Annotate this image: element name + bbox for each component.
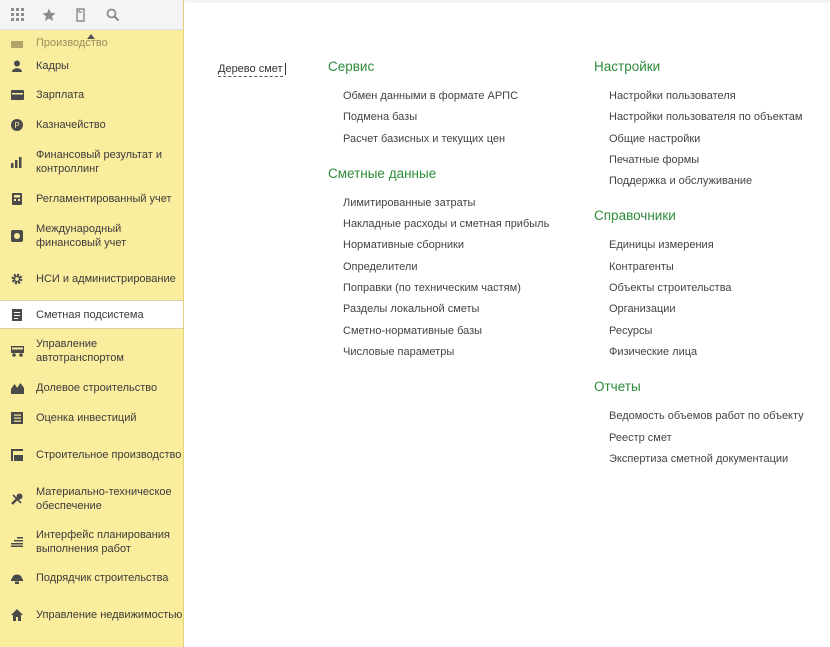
sidebar-item-label: Регламентированный учет [36,193,172,205]
tools-icon [10,492,24,506]
coin-icon: Р [10,118,24,132]
sidebar-item-investicii[interactable]: Оценка инвестиций [0,403,183,433]
sidebar-item-label: Управление автотранспортом [36,338,124,364]
link-item[interactable]: Лимитированные затраты [343,193,598,214]
bar-chart-icon [10,155,24,169]
link-item[interactable]: Сметно-нормативные базы [343,321,598,342]
section-title-service: Сервис [328,59,375,74]
link-item[interactable]: Поддержка и обслуживание [609,171,830,192]
sidebar-item-avtotransport[interactable]: Управление автотранспортом [0,329,183,373]
sidebar-toolbar [0,0,183,30]
sidebar-item-dolevoe[interactable]: Долевое строительство [0,373,183,403]
person-icon [10,59,24,73]
ledger-icon [10,411,24,425]
section-title-smetnye-dannye: Сметные данные [328,165,437,181]
section-items-otchety: Ведомость объемов работ по объекту Реест… [594,406,830,470]
link-item[interactable]: Печатные формы [609,150,830,171]
sidebar-item-msfo[interactable]: Международный финансовый учет [0,214,183,257]
truck-icon [10,344,24,358]
sidebar-item-kadry[interactable]: Кадры [0,52,183,80]
crane-icon [10,448,24,462]
section-title-spravochniki: Справочники [594,208,676,224]
link-item[interactable]: Организации [609,299,830,320]
apps-grid-icon[interactable] [6,4,28,26]
link-item[interactable]: Настройки пользователя [609,86,830,107]
link-item[interactable]: Общие настройки [609,129,830,150]
link-item[interactable]: Единицы измерения [609,235,830,256]
sidebar-item-mto[interactable]: Материально-техническое обеспечение [0,477,183,520]
link-item[interactable]: Нормативные сборники [343,235,598,256]
sidebar-item-zarplata[interactable]: Зарплата [0,80,183,110]
sidebar-item-label: Финансовый результат и контроллинг [36,149,162,175]
link-item[interactable]: Ведомость объемов работ по объекту [609,406,830,427]
sidebar: Производство Кадры Зарплата Р Казначейст… [0,0,184,647]
home-icon [10,608,24,622]
sidebar-item-stroit-proizvodstvo[interactable]: Строительное производство [0,433,183,477]
tree-smet-link[interactable]: Дерево смет [218,62,286,77]
factory-icon [10,36,24,50]
section-items-smetnye-dannye: Лимитированные затраты Накладные расходы… [328,193,598,363]
sidebar-item-label: Интерфейс планирования выполнения работ [36,528,170,555]
document-icon [10,308,24,322]
link-item[interactable]: Настройки пользователя по объектам [609,107,830,128]
gear-icon [10,272,24,286]
helmet-icon [10,571,24,585]
sidebar-item-label: Управление недвижимостью [36,609,183,621]
history-icon[interactable] [70,4,92,26]
sidebar-item-label: НСИ и администрирование [36,272,176,285]
link-item[interactable]: Определители [343,257,598,278]
svg-text:Р: Р [14,121,19,130]
section-title-otchety: Отчеты [594,379,641,395]
sidebar-item-finrezultat[interactable]: Финансовый результат и контроллинг [0,140,183,184]
sidebar-item-label: Оценка инвестиций [36,412,137,424]
sidebar-item-planirovanie[interactable]: Интерфейс планирования выполнения работ [0,520,183,563]
main-content: Дерево смет Сервис Обмен данными в форма… [185,0,830,647]
link-item[interactable]: Расчет базисных и текущих цен [343,129,598,150]
sidebar-item-label: Подрядчик строительства [36,572,169,584]
sidebar-item-podryadchik[interactable]: Подрядчик строительства [0,563,183,593]
sidebar-item-reglament[interactable]: Регламентированный учет [0,184,183,214]
sidebar-item-nsi[interactable]: НСИ и администрирование [0,257,183,300]
link-item[interactable]: Экспертиза сметной документации [609,449,830,470]
link-item[interactable]: Числовые параметры [343,342,598,363]
gantt-icon [10,535,24,549]
section-items-nastroyki: Настройки пользователя Настройки пользов… [594,86,830,192]
link-item[interactable]: Физические лица [609,342,830,363]
link-item[interactable]: Контрагенты [609,257,830,278]
column-left: Сервис Обмен данными в формате АРПС Подм… [328,59,598,379]
globe-icon [10,229,24,243]
sidebar-item-label: Казначейство [36,119,106,131]
link-item[interactable]: Обмен данными в формате АРПС [343,86,598,107]
sidebar-item-label: Международный финансовый учет [36,222,127,249]
sidebar-item-label: Строительное производство [36,449,182,461]
sidebar-nav: Производство Кадры Зарплата Р Казначейст… [0,37,183,637]
link-item[interactable]: Разделы локальной сметы [343,299,598,320]
sidebar-item-nedvizhimost[interactable]: Управление недвижимостью [0,593,183,637]
link-item[interactable]: Ресурсы [609,321,830,342]
sidebar-item-label: Производство [36,37,108,49]
wallet-icon [10,88,24,102]
sidebar-item-smetnaya-podsistema[interactable]: Сметная подсистема [0,300,183,329]
calculator-icon [10,192,24,206]
link-item[interactable]: Подмена базы [343,107,598,128]
sidebar-item-proizvodstvo[interactable]: Производство [0,34,183,52]
section-items-service: Обмен данными в формате АРПС Подмена баз… [328,86,598,150]
sidebar-item-kaznacheystvo[interactable]: Р Казначейство [0,110,183,140]
link-item[interactable]: Поправки (по техническим частям) [343,278,598,299]
search-icon[interactable] [102,4,124,26]
column-right: Настройки Настройки пользователя Настрой… [594,59,830,486]
sidebar-item-label: Сметная подсистема [36,308,144,321]
link-item[interactable]: Накладные расходы и сметная прибыль [343,214,598,235]
sidebar-item-label: Зарплата [36,89,85,101]
link-item[interactable]: Реестр смет [609,428,830,449]
section-items-spravochniki: Единицы измерения Контрагенты Объекты ст… [594,235,830,363]
section-title-nastroyki: Настройки [594,59,661,74]
sidebar-item-label: Долевое строительство [36,382,158,394]
houses-icon [10,381,24,395]
sidebar-item-label: Материально-техническое обеспечение [36,485,172,512]
star-icon[interactable] [38,4,60,26]
link-item[interactable]: Объекты строительства [609,278,830,299]
sidebar-item-label: Кадры [36,60,69,72]
